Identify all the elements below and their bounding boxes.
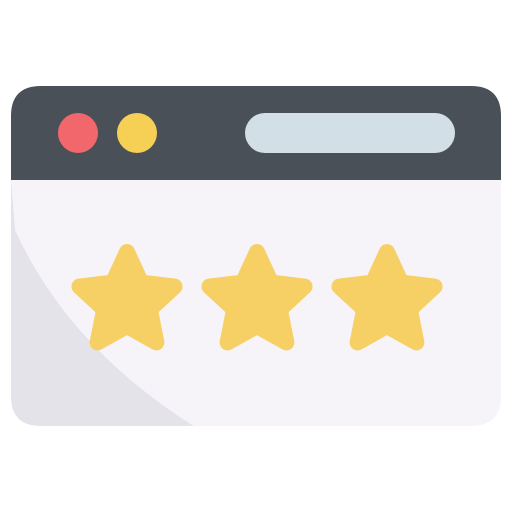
icon-canvas xyxy=(0,0,512,512)
close-window-dot[interactable] xyxy=(58,113,98,153)
address-bar[interactable] xyxy=(245,113,455,153)
minimize-window-dot[interactable] xyxy=(117,113,157,153)
star-rating xyxy=(71,244,443,351)
browser-rating-icon xyxy=(11,86,501,426)
